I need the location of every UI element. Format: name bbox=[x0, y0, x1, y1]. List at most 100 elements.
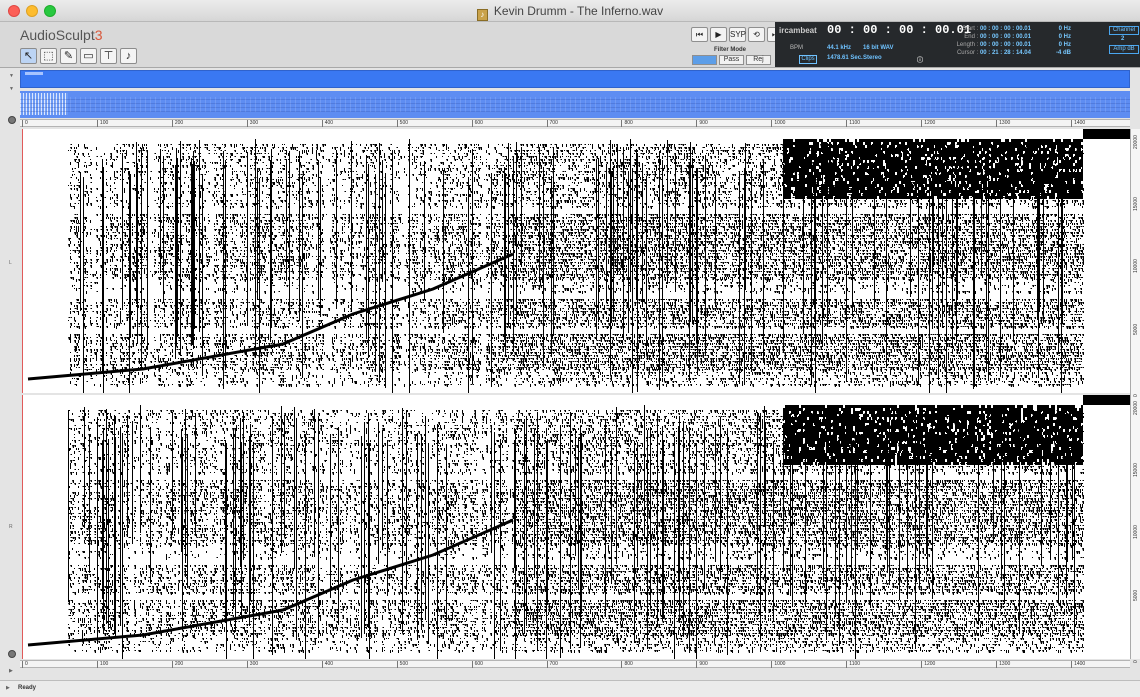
ruler-tick: 1400 bbox=[1071, 120, 1085, 127]
end-value: 00 : 00 : 00 : 00.01 bbox=[979, 34, 1031, 40]
channel-label: Channel bbox=[1109, 26, 1139, 35]
app-version: 3 bbox=[94, 27, 103, 43]
ruler-tick: 200 bbox=[171, 120, 183, 127]
left-gutter: ▼ ▼ L R ▶ bbox=[6, 68, 20, 678]
ruler-tick: 400 bbox=[321, 120, 333, 127]
bandwidth-frequency: 0 Hz bbox=[1058, 42, 1071, 48]
ruler-tick: 200 bbox=[171, 661, 183, 668]
start-label: Start : bbox=[962, 26, 979, 32]
box-select-icon[interactable]: ⬚ bbox=[40, 48, 57, 64]
time-ruler-bottom[interactable]: 0 100 200 300 400 500 600 700 800 900 1000 1100 1200… bbox=[20, 660, 1130, 668]
info-icon[interactable]: ⓘ bbox=[917, 55, 923, 64]
filter-mode-pass-button[interactable]: Pass bbox=[719, 55, 744, 65]
tool-palette: ↖ ⬚ ✎ ▭ ⊤ ♪ bbox=[20, 48, 137, 64]
cursor-value: 00 : 21 : 28 : 14.04 bbox=[979, 50, 1031, 56]
frequency-tick-label: 10000 bbox=[1133, 259, 1139, 273]
pencil-icon[interactable]: ✎ bbox=[60, 48, 77, 64]
window-title: ♪ Kevin Drumm - The Inferno.wav bbox=[0, 4, 1140, 21]
ruler-tick: 600 bbox=[471, 120, 483, 127]
ruler-tick: 0 bbox=[22, 120, 28, 127]
ruler-tick: 1300 bbox=[996, 661, 1010, 668]
channel-value: 2 bbox=[1121, 36, 1125, 42]
loop-button[interactable]: ⟲ bbox=[748, 27, 765, 42]
ruler-tick: 600 bbox=[471, 661, 483, 668]
frequency-tick-label: 5000 bbox=[1133, 589, 1139, 601]
ruler-tick: 500 bbox=[396, 661, 408, 668]
play-button[interactable]: ▶ bbox=[710, 27, 727, 42]
status-arrow-icon[interactable]: ▶ bbox=[6, 685, 10, 691]
frequency-values: 0 Hz 0 Hz 0 Hz -4 dB bbox=[1037, 25, 1071, 57]
ruler-tick: 1300 bbox=[996, 120, 1010, 127]
frequency-tick-label: 20000 bbox=[1133, 135, 1139, 149]
spectrogram-image bbox=[27, 395, 1130, 659]
ruler-tick: 500 bbox=[396, 120, 408, 127]
ruler-tick: 100 bbox=[96, 661, 108, 668]
note-icon[interactable]: ♪ bbox=[120, 48, 137, 64]
ruler-tick: 1000 bbox=[771, 120, 785, 127]
expand-arrow-icon[interactable]: ▼ bbox=[9, 86, 14, 92]
filter-icon[interactable]: ⊤ bbox=[100, 48, 117, 64]
ruler-tick: 1400 bbox=[1071, 661, 1085, 668]
frequency-tick-label: 10000 bbox=[1133, 525, 1139, 539]
transport-controls: ⏮ ▶ SYP ⟲ ⏭ bbox=[691, 27, 784, 42]
frequency-axis: 20000 15000 10000 5000 0 20000 15000 10000 5000 0 bbox=[1130, 129, 1140, 663]
bpm-label: BPM bbox=[790, 45, 804, 51]
channel-mode: Stereo bbox=[863, 55, 882, 61]
frequency-tick-label: 15000 bbox=[1133, 197, 1139, 211]
ircambeat-logo: ircambeat bbox=[779, 26, 817, 35]
info-display: ircambeat 00 : 00 : 00 : 00.01 BPM 44.1 … bbox=[775, 22, 1140, 67]
spectrogram-image bbox=[27, 129, 1130, 393]
app-window: ♪ Kevin Drumm - The Inferno.wav AudioScul… bbox=[0, 0, 1140, 697]
end-frequency: 0 Hz bbox=[1058, 34, 1071, 40]
ruler-tick: 900 bbox=[696, 120, 708, 127]
arrow-select-icon[interactable]: ↖ bbox=[20, 48, 37, 64]
filter-mode-label: Filter Mode bbox=[714, 47, 747, 53]
sync-button[interactable]: SYP bbox=[729, 27, 746, 42]
start-frequency: 0 Hz bbox=[1058, 26, 1071, 32]
rewind-button[interactable]: ⏮ bbox=[691, 27, 708, 42]
spectrogram-left[interactable] bbox=[22, 129, 1130, 393]
time-ruler-top[interactable]: 0 100 200 300 400 500 600 700 800 900 1000 1100 1200… bbox=[20, 119, 1130, 127]
ruler-tick: 0 bbox=[22, 661, 28, 668]
waveform-view[interactable] bbox=[20, 91, 1130, 118]
cursor-amplitude: -4 dB bbox=[1056, 50, 1071, 56]
start-value: 00 : 00 : 00 : 00.01 bbox=[979, 26, 1031, 32]
clips-button[interactable]: Clips bbox=[799, 55, 817, 64]
ruler-tick: 700 bbox=[546, 120, 558, 127]
frequency-tick-label: 5000 bbox=[1133, 323, 1139, 335]
ruler-tick: 1100 bbox=[846, 661, 860, 668]
overview-toggle-button[interactable] bbox=[8, 116, 16, 124]
frequency-tick-label: 15000 bbox=[1133, 463, 1139, 477]
filter-mode-reject-button[interactable]: Rej bbox=[746, 55, 771, 65]
overview-strip[interactable] bbox=[20, 70, 1130, 88]
status-bar: ▶ Ready bbox=[0, 680, 1140, 697]
filter-mode-band-button[interactable] bbox=[692, 55, 717, 65]
collapse-arrow-icon[interactable]: ▼ bbox=[9, 73, 14, 79]
duration: 1478.61 Sec. bbox=[827, 55, 863, 61]
bit-depth: 16 bit WAV bbox=[863, 45, 894, 51]
ruler-tick: 800 bbox=[621, 120, 633, 127]
length-value: 00 : 00 : 00 : 00.01 bbox=[979, 42, 1031, 48]
spectrogram-right[interactable] bbox=[22, 395, 1130, 659]
ruler-tick: 300 bbox=[246, 661, 258, 668]
filter-mode-group: Pass Rej bbox=[692, 55, 771, 65]
ruler-tick: 400 bbox=[321, 661, 333, 668]
ruler-tick: 1200 bbox=[921, 120, 935, 127]
zoom-toggle-button[interactable] bbox=[8, 650, 16, 658]
ruler-tick: 1100 bbox=[846, 120, 860, 127]
frequency-tick-label: 0 bbox=[1133, 660, 1139, 663]
ruler-tick: 700 bbox=[546, 661, 558, 668]
expand-arrow-icon[interactable]: ▶ bbox=[9, 668, 13, 674]
title-bar: ♪ Kevin Drumm - The Inferno.wav bbox=[0, 0, 1140, 22]
ruler-tick: 1000 bbox=[771, 661, 785, 668]
ruler-tick: 900 bbox=[696, 661, 708, 668]
ruler-tick: 800 bbox=[621, 661, 633, 668]
end-label: End : bbox=[964, 34, 979, 40]
window-title-text: Kevin Drumm - The Inferno.wav bbox=[493, 4, 664, 18]
waveform-body bbox=[20, 97, 1130, 112]
document-icon: ♪ bbox=[476, 9, 488, 21]
status-text: Ready bbox=[18, 685, 37, 691]
region-icon[interactable]: ▭ bbox=[80, 48, 97, 64]
frequency-tick-label: 0 bbox=[1133, 394, 1139, 397]
frequency-tick-label: 20000 bbox=[1133, 401, 1139, 415]
